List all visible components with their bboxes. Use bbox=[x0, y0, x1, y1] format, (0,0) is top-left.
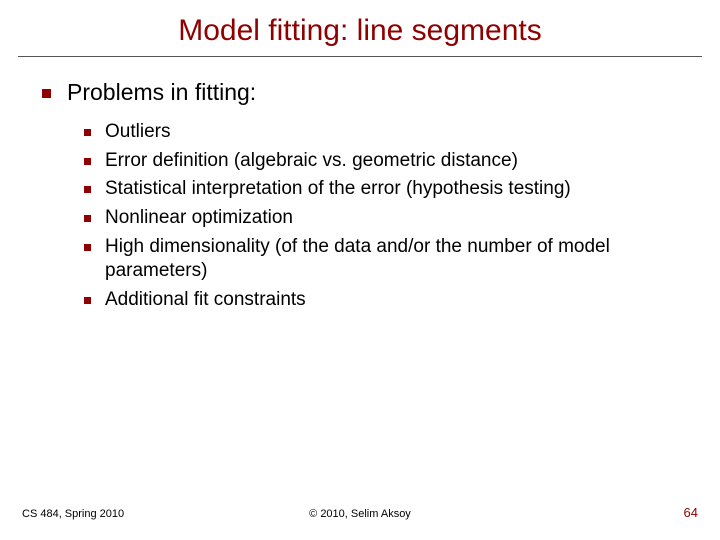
item-text: Nonlinear optimization bbox=[105, 206, 293, 231]
bullet-icon bbox=[84, 244, 91, 251]
item-text: High dimensionality (of the data and/or … bbox=[105, 235, 690, 284]
footer: CS 484, Spring 2010 © 2010, Selim Aksoy … bbox=[0, 505, 720, 520]
footer-left: CS 484, Spring 2010 bbox=[22, 508, 247, 520]
bullet-icon bbox=[42, 89, 51, 98]
page-number: 64 bbox=[473, 505, 698, 520]
item-text: Statistical interpretation of the error … bbox=[105, 177, 571, 202]
item-text: Additional fit constraints bbox=[105, 288, 306, 313]
list-item: Statistical interpretation of the error … bbox=[84, 177, 690, 202]
sub-list: Outliers Error definition (algebraic vs.… bbox=[42, 120, 690, 313]
list-item: High dimensionality (of the data and/or … bbox=[84, 235, 690, 284]
title-wrap: Model fitting: line segments bbox=[0, 0, 720, 56]
bullet-icon bbox=[84, 215, 91, 222]
slide-body: Problems in fitting: Outliers Error defi… bbox=[0, 57, 720, 313]
bullet-icon bbox=[84, 129, 91, 136]
list-item: Additional fit constraints bbox=[84, 288, 690, 313]
heading-text: Problems in fitting: bbox=[67, 79, 256, 106]
bullet-icon bbox=[84, 297, 91, 304]
footer-center: © 2010, Selim Aksoy bbox=[247, 508, 472, 520]
bullet-icon bbox=[84, 158, 91, 165]
list-item: Nonlinear optimization bbox=[84, 206, 690, 231]
slide-title: Model fitting: line segments bbox=[30, 14, 690, 48]
list-item: Outliers bbox=[84, 120, 690, 145]
item-text: Error definition (algebraic vs. geometri… bbox=[105, 149, 518, 174]
list-item: Problems in fitting: bbox=[42, 79, 690, 106]
item-text: Outliers bbox=[105, 120, 170, 145]
list-item: Error definition (algebraic vs. geometri… bbox=[84, 149, 690, 174]
slide: Model fitting: line segments Problems in… bbox=[0, 0, 720, 540]
bullet-icon bbox=[84, 186, 91, 193]
